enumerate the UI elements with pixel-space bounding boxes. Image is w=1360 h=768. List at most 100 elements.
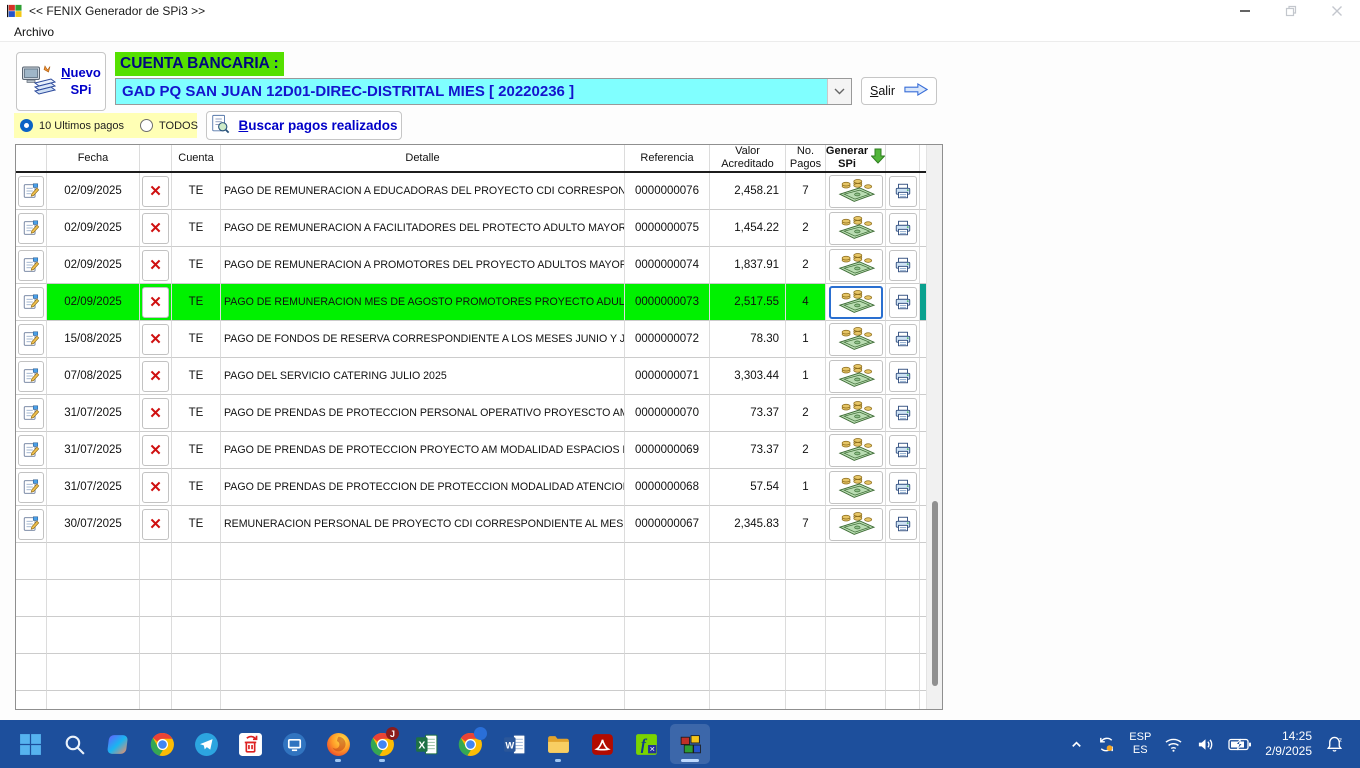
spi3-app-icon[interactable]	[670, 724, 710, 764]
tray-sync-icon[interactable]	[1097, 735, 1116, 754]
table-row[interactable]: 15/08/2025 ✕ TE PAGO DE FONDOS DE RESERV…	[16, 321, 926, 358]
delete-payment-button[interactable]: ✕	[142, 176, 169, 207]
table-row[interactable]: 30/07/2025 ✕ TE REMUNERACION PERSONAL DE…	[16, 506, 926, 543]
table-row[interactable]: 02/09/2025 ✕ TE PAGO DE REMUNERACION A P…	[16, 247, 926, 284]
edit-payment-button[interactable]	[18, 472, 44, 503]
generar-spi-button[interactable]	[829, 323, 883, 356]
chrome-profile-j-icon[interactable]: J	[362, 724, 402, 764]
generar-spi-button[interactable]	[829, 175, 883, 208]
edit-payment-button[interactable]	[18, 324, 44, 355]
print-button[interactable]	[889, 398, 917, 429]
tray-language-indicator[interactable]: ESPES	[1129, 731, 1151, 757]
generar-spi-button[interactable]	[829, 360, 883, 393]
row-delete-cell: ✕	[140, 210, 172, 247]
search-icon[interactable]	[54, 724, 94, 764]
delete-payment-button[interactable]: ✕	[142, 213, 169, 244]
table-row[interactable]: 07/08/2025 ✕ TE PAGO DEL SERVICIO CATERI…	[16, 358, 926, 395]
radio-ultimos-pagos-label: 10 Ultimos pagos	[39, 120, 124, 132]
delete-payment-button[interactable]: ✕	[142, 509, 169, 540]
row-print-cell	[886, 432, 920, 469]
tray-chevron-up-icon[interactable]	[1069, 737, 1084, 752]
print-button[interactable]	[889, 250, 917, 281]
excel-icon[interactable]: X	[406, 724, 446, 764]
remote-desktop-icon[interactable]	[274, 724, 314, 764]
menu-archivo[interactable]: Archivo	[10, 25, 58, 39]
generar-spi-button[interactable]	[829, 249, 883, 282]
close-button[interactable]	[1314, 0, 1360, 22]
print-button[interactable]	[889, 472, 917, 503]
tray-volume-icon[interactable]	[1196, 736, 1215, 753]
generar-spi-button[interactable]	[829, 508, 883, 541]
cuenta-bancaria-select[interactable]: GAD PQ SAN JUAN 12D01-DIREC-DISTRITAL MI…	[115, 78, 852, 105]
print-button[interactable]	[889, 435, 917, 466]
chrome-profile-blue-icon[interactable]	[450, 724, 490, 764]
table-row[interactable]: 02/09/2025 ✕ TE PAGO DE REMUNERACION A F…	[16, 210, 926, 247]
fenix-icon[interactable]: f✕	[626, 724, 666, 764]
telegram-icon[interactable]	[186, 724, 226, 764]
radio-ultimos-pagos[interactable]	[20, 119, 33, 132]
start-icon[interactable]	[10, 724, 50, 764]
copilot-icon[interactable]	[98, 724, 138, 764]
edit-payment-button[interactable]	[18, 176, 44, 207]
cell-referencia: 0000000073	[625, 284, 710, 321]
salir-button[interactable]: Salir	[861, 77, 937, 105]
tray-battery-icon[interactable]	[1228, 737, 1252, 752]
edit-payment-button[interactable]	[18, 398, 44, 429]
edit-payment-button[interactable]	[18, 213, 44, 244]
table-row[interactable]: 02/09/2025 ✕ TE PAGO DE REMUNERACION A E…	[16, 173, 926, 210]
salir-label: Salir	[870, 84, 895, 98]
print-button[interactable]	[889, 213, 917, 244]
delete-payment-button[interactable]: ✕	[142, 435, 169, 466]
tray-wifi-icon[interactable]	[1164, 736, 1183, 753]
edit-payment-button[interactable]	[18, 250, 44, 281]
firefox-icon[interactable]	[318, 724, 358, 764]
edit-payment-button[interactable]	[18, 361, 44, 392]
print-button[interactable]	[889, 287, 917, 318]
radio-todos[interactable]	[140, 119, 153, 132]
edit-payment-button[interactable]	[18, 435, 44, 466]
print-button[interactable]	[889, 324, 917, 355]
svg-text:W: W	[505, 740, 514, 750]
tray-notification-bell-icon[interactable]: z	[1325, 735, 1344, 754]
buscar-pagos-label: Buscar pagos realizados	[238, 118, 397, 133]
restore-button[interactable]	[1268, 0, 1314, 22]
print-button[interactable]	[889, 509, 917, 540]
edit-payment-button[interactable]	[18, 509, 44, 540]
tray-clock[interactable]: 14:25 2/9/2025	[1265, 729, 1312, 759]
delete-payment-button[interactable]: ✕	[142, 287, 169, 318]
cell-no-pagos: 1	[786, 321, 826, 358]
acrobat-icon[interactable]	[582, 724, 622, 764]
nuevo-spi-button[interactable]: Nuevo SPi	[16, 52, 106, 111]
edit-payment-button[interactable]	[18, 287, 44, 318]
chevron-down-icon[interactable]	[827, 79, 851, 104]
generar-spi-button[interactable]	[829, 397, 883, 430]
delete-payment-button[interactable]: ✕	[142, 472, 169, 503]
delete-payment-button[interactable]: ✕	[142, 324, 169, 355]
table-row[interactable]: 31/07/2025 ✕ TE PAGO DE PRENDAS DE PROTE…	[16, 469, 926, 506]
cell-valor-acreditado: 57.54	[710, 469, 786, 506]
print-button[interactable]	[889, 176, 917, 207]
table-vertical-scrollbar[interactable]	[926, 145, 942, 709]
generar-spi-button[interactable]	[829, 471, 883, 504]
delete-tool-icon[interactable]	[230, 724, 270, 764]
table-row[interactable]: 02/09/2025 ✕ TE PAGO DE REMUNERACION MES…	[16, 284, 926, 321]
cell-fecha: 31/07/2025	[47, 432, 140, 469]
buscar-pagos-button[interactable]: Buscar pagos realizados	[206, 111, 402, 140]
chrome-icon[interactable]	[142, 724, 182, 764]
cell-no-pagos: 2	[786, 247, 826, 284]
print-button[interactable]	[889, 361, 917, 392]
generar-spi-button[interactable]	[829, 434, 883, 467]
table-row[interactable]: 31/07/2025 ✕ TE PAGO DE PRENDAS DE PROTE…	[16, 432, 926, 469]
delete-payment-button[interactable]: ✕	[142, 361, 169, 392]
cell-fecha: 02/09/2025	[47, 173, 140, 210]
file-explorer-icon[interactable]	[538, 724, 578, 764]
scrollbar-thumb[interactable]	[932, 501, 938, 686]
generar-spi-button[interactable]	[829, 286, 883, 319]
cell-valor-acreditado: 73.37	[710, 432, 786, 469]
minimize-button[interactable]	[1222, 0, 1268, 22]
delete-payment-button[interactable]: ✕	[142, 250, 169, 281]
generar-spi-button[interactable]	[829, 212, 883, 245]
delete-payment-button[interactable]: ✕	[142, 398, 169, 429]
word-icon[interactable]: W	[494, 724, 534, 764]
table-row[interactable]: 31/07/2025 ✕ TE PAGO DE PRENDAS DE PROTE…	[16, 395, 926, 432]
